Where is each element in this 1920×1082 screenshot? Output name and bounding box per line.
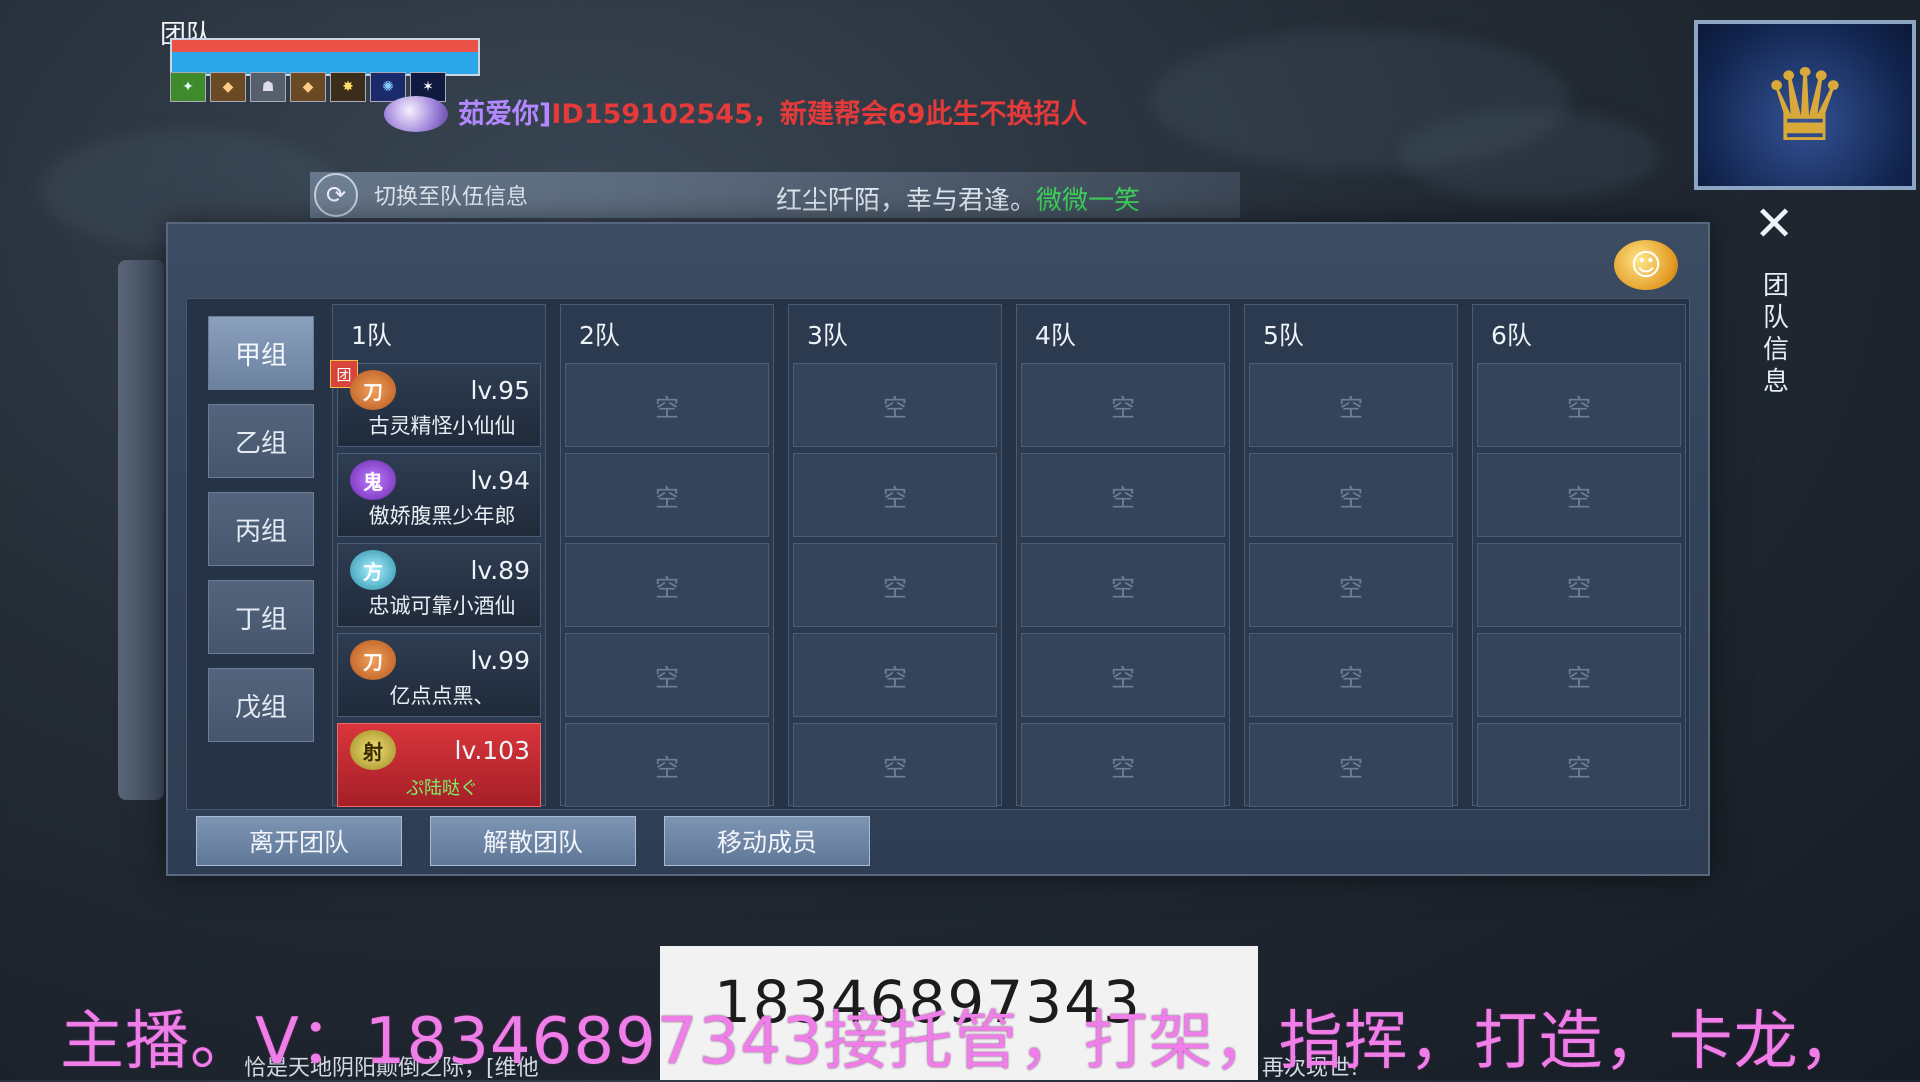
empty-slot[interactable]: 空 — [1021, 633, 1225, 717]
team-columns: 1队 团 刀 lv.95 古灵精怪小仙仙 鬼 lv.94 傲娇腹黑少年郎 方 l… — [330, 304, 1686, 807]
empty-slot[interactable]: 空 — [1021, 723, 1225, 807]
empty-slot[interactable]: 空 — [1477, 453, 1681, 537]
leave-team-button[interactable]: 离开团队 — [196, 816, 402, 866]
member-level: lv.99 — [470, 646, 530, 675]
team-column-5: 5队 空 空 空 空 空 — [1244, 304, 1458, 807]
streamer-caption: 主播。V：18346897343接托管，打架，指挥，打造，卡龙， — [60, 1005, 1864, 1079]
empty-slot[interactable]: 空 — [793, 723, 997, 807]
empty-slot[interactable]: 空 — [565, 453, 769, 537]
team-header: 3队 — [807, 321, 848, 350]
team-column-4: 4队 空 空 空 空 空 — [1016, 304, 1230, 807]
switch-label[interactable]: 切换至队伍信息 — [374, 179, 528, 211]
empty-slot[interactable]: 空 — [565, 633, 769, 717]
group-tabs: 甲组 乙组 丙组 丁组 戊组 — [208, 316, 314, 742]
empty-slot[interactable]: 空 — [1021, 543, 1225, 627]
team-column-2: 2队 空 空 空 空 空 — [560, 304, 774, 807]
buff-icon: ◆ — [290, 72, 326, 102]
team-panel: ☺ 甲组 乙组 丙组 丁组 戊组 1队 团 刀 lv.95 古灵精怪小仙仙 鬼 … — [166, 222, 1710, 876]
buff-icon: ✸ — [330, 72, 366, 102]
pet-orb-icon — [384, 96, 448, 132]
member-level: lv.94 — [470, 466, 530, 495]
sect-icon: 鬼 — [350, 460, 396, 500]
chat-message: ID159102545，新建帮会69此生不换招人 — [551, 99, 1088, 130]
close-icon[interactable]: ✕ — [1754, 200, 1794, 248]
tab-group-bing[interactable]: 丙组 — [208, 492, 314, 566]
team-header: 5队 — [1263, 321, 1304, 350]
empty-slot[interactable]: 空 — [793, 543, 997, 627]
team-header: 1队 — [351, 321, 392, 350]
empty-slot[interactable]: 空 — [1021, 453, 1225, 537]
sect-icon: 刀 — [350, 640, 396, 680]
tab-group-jia[interactable]: 甲组 — [208, 316, 314, 390]
golden-toad-icon: ♛ — [1760, 46, 1850, 164]
empty-slot[interactable]: 空 — [793, 633, 997, 717]
chat-broadcast: 茹爱你]ID159102545，新建帮会69此生不换招人 — [458, 92, 1087, 131]
team-header: 6队 — [1491, 321, 1532, 350]
member-name: 亿点点黑、 — [389, 684, 495, 708]
refresh-icon[interactable]: ⟳ — [314, 173, 358, 217]
tab-group-yi[interactable]: 乙组 — [208, 404, 314, 478]
empty-slot[interactable]: 空 — [1477, 543, 1681, 627]
empty-slot[interactable]: 空 — [793, 453, 997, 537]
empty-slot[interactable]: 空 — [1249, 543, 1453, 627]
buff-icon: ✦ — [170, 72, 206, 102]
empty-slot[interactable]: 空 — [565, 723, 769, 807]
empty-slot[interactable]: 空 — [1249, 363, 1453, 447]
team-info-coin-icon[interactable]: ☺ — [1614, 240, 1678, 290]
team-header: 2队 — [579, 321, 620, 350]
empty-slot[interactable]: 空 — [1477, 633, 1681, 717]
marquee-text: 红尘阡陌，幸与君逢。微微一笑 — [776, 180, 1140, 217]
member-name: 忠诚可靠小酒仙 — [368, 594, 516, 618]
side-tab-team-info[interactable]: 团队信息 — [1760, 270, 1792, 398]
sect-icon: 射 — [350, 730, 396, 770]
empty-slot[interactable]: 空 — [1477, 363, 1681, 447]
member-name: ぷ陆哒ぐ — [406, 778, 478, 799]
member-name: 傲娇腹黑少年郎 — [368, 504, 516, 528]
buff-icon: ☗ — [250, 72, 286, 102]
member-slot[interactable]: 刀 lv.99 亿点点黑、 — [337, 633, 541, 717]
member-name: 古灵精怪小仙仙 — [368, 414, 516, 438]
member-slot[interactable]: 方 lv.89 忠诚可靠小酒仙 — [337, 543, 541, 627]
chat-sender[interactable]: 茹爱你] — [458, 99, 551, 130]
member-slot-selected[interactable]: 射 lv.103 ぷ陆哒ぐ — [337, 723, 541, 807]
marquee-part-b: 微微一笑 — [1036, 186, 1141, 216]
sect-icon: 刀 — [350, 370, 396, 410]
scroll-decoration — [118, 260, 164, 800]
empty-slot[interactable]: 空 — [565, 543, 769, 627]
tab-group-ding[interactable]: 丁组 — [208, 580, 314, 654]
panel-actions: 离开团队 解散团队 移动成员 — [196, 816, 870, 866]
team-column-3: 3队 空 空 空 空 空 — [788, 304, 1002, 807]
move-member-button[interactable]: 移动成员 — [664, 816, 870, 866]
disband-team-button[interactable]: 解散团队 — [430, 816, 636, 866]
sect-icon: 方 — [350, 550, 396, 590]
member-level: lv.103 — [454, 736, 530, 765]
team-health-mana-bar — [170, 38, 480, 76]
team-column-6: 6队 空 空 空 空 空 — [1472, 304, 1686, 807]
empty-slot[interactable]: 空 — [793, 363, 997, 447]
buff-icon: ◆ — [210, 72, 246, 102]
tab-group-wu[interactable]: 戊组 — [208, 668, 314, 742]
team-header: 4队 — [1035, 321, 1076, 350]
empty-slot[interactable]: 空 — [1249, 723, 1453, 807]
pet-portrait[interactable]: ♛ — [1694, 20, 1916, 190]
member-slot[interactable]: 团 刀 lv.95 古灵精怪小仙仙 — [330, 360, 541, 447]
marquee-part-a: 红尘阡陌，幸与君逢。 — [776, 186, 1037, 216]
team-column-1: 1队 团 刀 lv.95 古灵精怪小仙仙 鬼 lv.94 傲娇腹黑少年郎 方 l… — [330, 304, 546, 807]
member-level: lv.89 — [470, 556, 530, 585]
empty-slot[interactable]: 空 — [1477, 723, 1681, 807]
member-level: lv.95 — [470, 376, 530, 405]
empty-slot[interactable]: 空 — [1249, 633, 1453, 717]
member-slot[interactable]: 鬼 lv.94 傲娇腹黑少年郎 — [337, 453, 541, 537]
empty-slot[interactable]: 空 — [565, 363, 769, 447]
empty-slot[interactable]: 空 — [1021, 363, 1225, 447]
empty-slot[interactable]: 空 — [1249, 453, 1453, 537]
